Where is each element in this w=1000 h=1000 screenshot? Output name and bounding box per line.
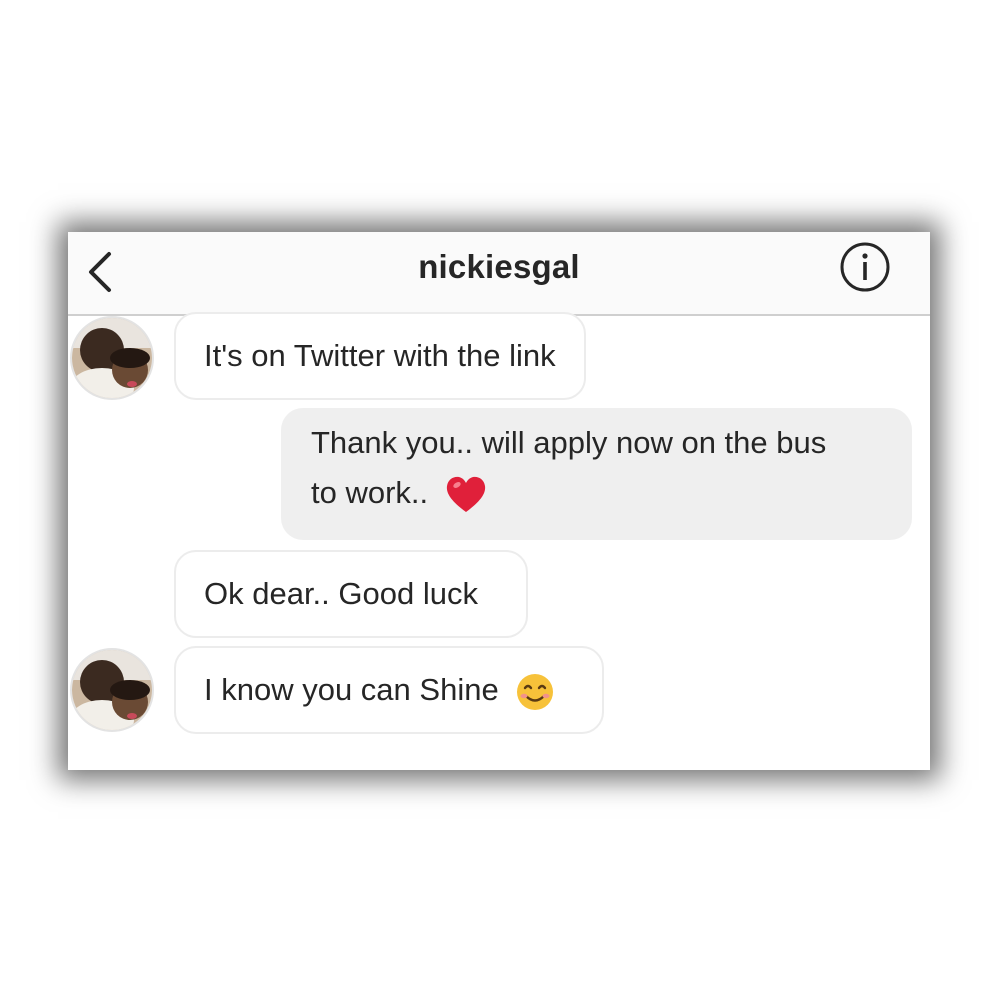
smiling-face-emoji xyxy=(517,673,554,710)
profile-photo xyxy=(72,650,152,730)
dm-screenshot: nickiesgal It's on Twitter with the link… xyxy=(68,232,930,770)
message-text: It's on Twitter with the link xyxy=(204,338,556,373)
page: nickiesgal It's on Twitter with the link… xyxy=(0,0,1000,1000)
message-thread: It's on Twitter with the link Thank you.… xyxy=(68,312,930,770)
info-button[interactable] xyxy=(838,240,892,294)
message-bubble-incoming[interactable]: I know you can Shine xyxy=(174,646,604,734)
avatar[interactable] xyxy=(70,316,154,400)
message-text: I know you can Shine xyxy=(204,672,499,707)
message-bubble-incoming[interactable]: It's on Twitter with the link xyxy=(174,312,586,400)
message-text: Ok dear.. Good luck xyxy=(204,576,478,611)
avatar[interactable] xyxy=(70,648,154,732)
message-bubble-incoming[interactable]: Ok dear.. Good luck xyxy=(174,550,528,638)
message-text-line: Thank you.. will apply now on the bus xyxy=(311,425,827,460)
message-text-line-2: to work.. xyxy=(311,468,882,518)
message-text: to work.. xyxy=(311,475,429,510)
message-bubble-outgoing[interactable]: Thank you.. will apply now on the bus to… xyxy=(281,408,912,540)
red-heart-emoji xyxy=(446,476,485,512)
profile-photo xyxy=(72,318,152,398)
chat-header: nickiesgal xyxy=(68,232,930,316)
info-circle-icon xyxy=(840,242,890,292)
chat-title[interactable]: nickiesgal xyxy=(68,248,930,286)
